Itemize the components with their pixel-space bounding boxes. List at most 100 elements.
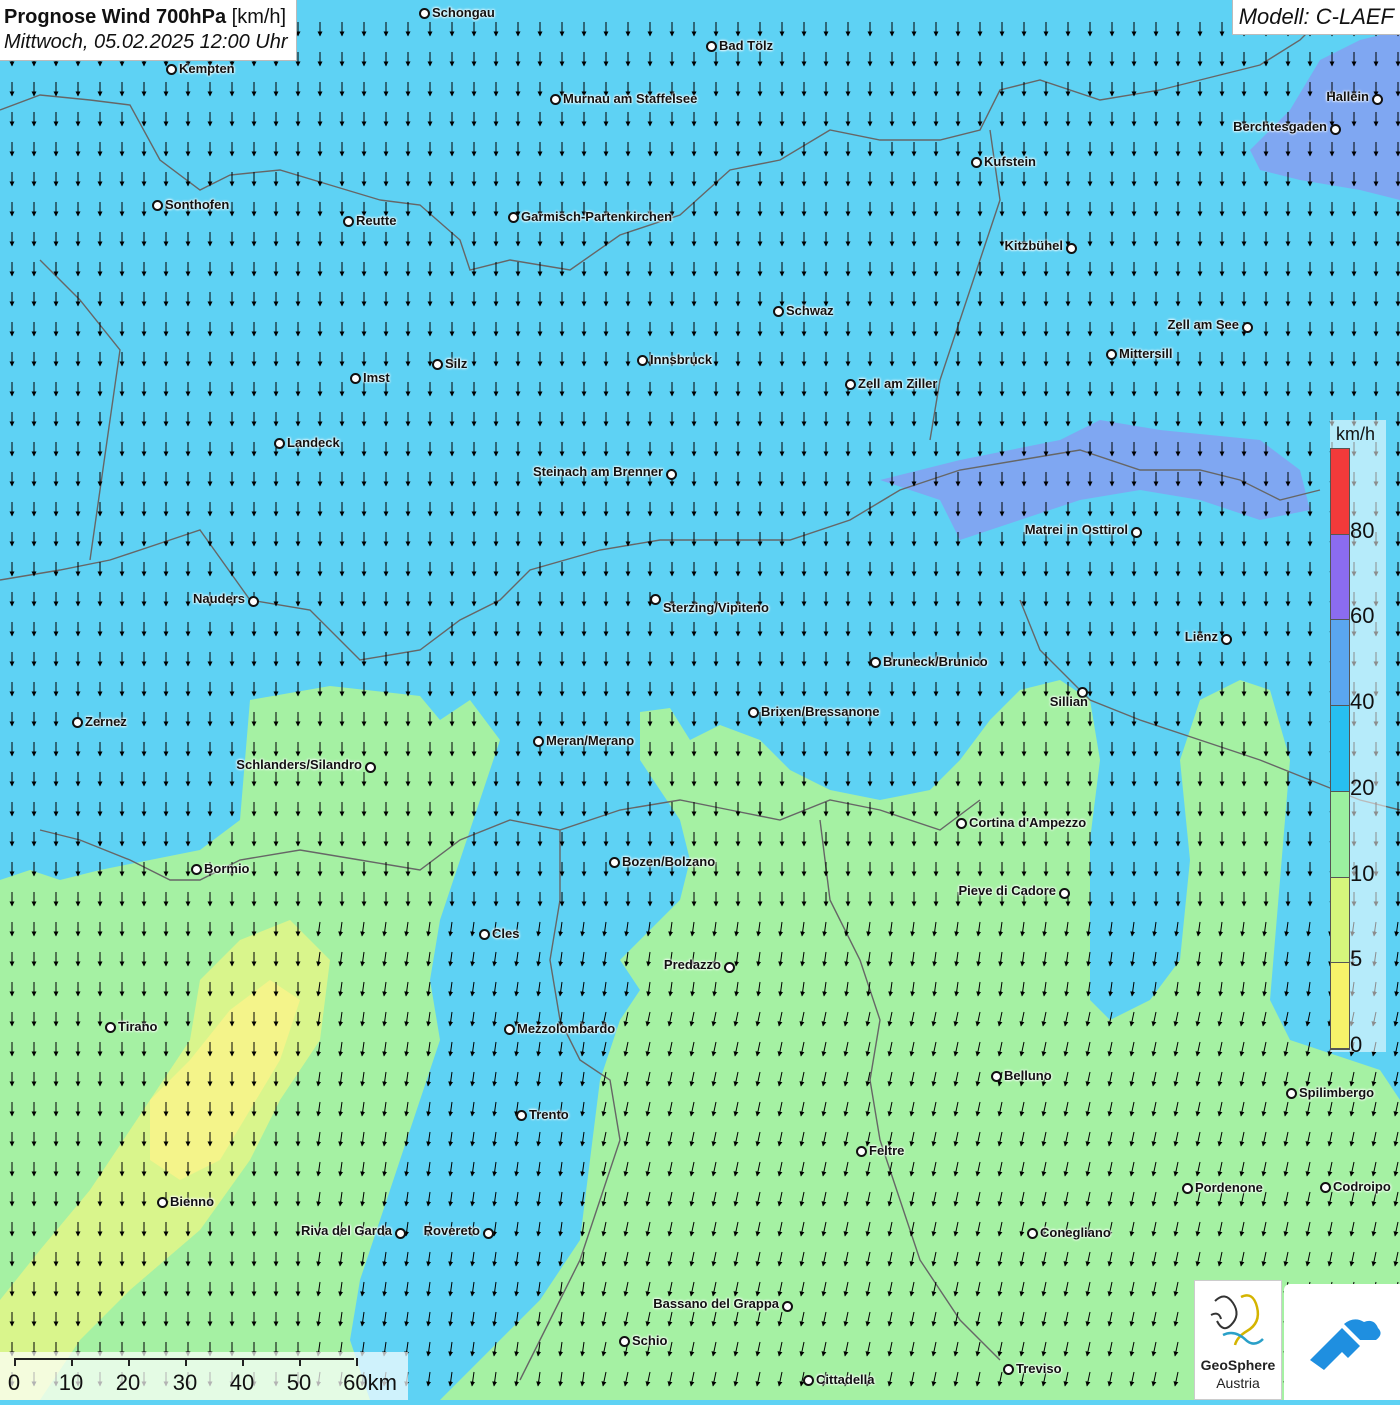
city-label: Silz bbox=[445, 356, 468, 371]
city-marker bbox=[845, 379, 856, 390]
city-label: Treviso bbox=[1016, 1361, 1062, 1376]
city-marker bbox=[152, 200, 163, 211]
city-marker bbox=[550, 94, 561, 105]
color-legend: km/h 0 5 10 20 40 60 80 bbox=[1330, 420, 1386, 1057]
city-marker bbox=[479, 929, 490, 940]
city-label: Bormio bbox=[204, 861, 250, 876]
city-marker bbox=[1106, 349, 1117, 360]
legend-swatch bbox=[1331, 963, 1349, 1049]
city-marker bbox=[248, 596, 259, 607]
city-marker bbox=[419, 8, 430, 19]
city-label: Conegliano bbox=[1040, 1225, 1111, 1240]
city-label: Cortina d'Ampezzo bbox=[969, 815, 1087, 830]
city-label: Bassano del Grappa bbox=[653, 1296, 779, 1311]
city-marker bbox=[971, 157, 982, 168]
city-marker bbox=[533, 736, 544, 747]
legend-label: 5 bbox=[1350, 946, 1363, 972]
city-label: Brixen/Bressanone bbox=[761, 704, 880, 719]
city-marker bbox=[1003, 1364, 1014, 1375]
city-marker bbox=[724, 962, 735, 973]
city-label: Rovereto bbox=[423, 1223, 480, 1238]
legend-swatch bbox=[1331, 620, 1349, 707]
city-marker bbox=[504, 1024, 515, 1035]
city-label: Pordenone bbox=[1195, 1180, 1263, 1195]
city-label: Belluno bbox=[1004, 1068, 1052, 1083]
city-label: Nauders bbox=[192, 591, 245, 606]
city-marker bbox=[350, 373, 361, 384]
city-label: Murnau am Staffelsee bbox=[563, 91, 698, 106]
city-marker bbox=[1286, 1088, 1297, 1099]
city-marker bbox=[483, 1228, 494, 1239]
scale-tick bbox=[242, 1358, 244, 1366]
city-marker bbox=[166, 64, 177, 75]
legend-bar bbox=[1330, 448, 1350, 1050]
scale-tick bbox=[71, 1358, 73, 1366]
city-label: Meran/Merano bbox=[546, 733, 635, 748]
scale-label: 10 bbox=[58, 1370, 84, 1395]
legend-swatch bbox=[1331, 877, 1349, 964]
legend-label: 80 bbox=[1350, 517, 1375, 543]
city-label: Mittersill bbox=[1119, 346, 1173, 361]
city-marker bbox=[395, 1228, 406, 1239]
scale-tick bbox=[356, 1358, 358, 1366]
city-label: Schongau bbox=[432, 5, 495, 20]
city-marker bbox=[105, 1022, 116, 1033]
city-label: Cittadella bbox=[816, 1372, 875, 1387]
city-label: Mezzolombardo bbox=[517, 1021, 616, 1036]
city-label: Tirano bbox=[118, 1019, 158, 1034]
geosphere-logo: GeoSphere Austria bbox=[1194, 1280, 1282, 1400]
geosphere-emblem-icon bbox=[1210, 1294, 1264, 1346]
city-label: Trento bbox=[529, 1107, 569, 1122]
legend-label: 20 bbox=[1350, 774, 1375, 800]
city-label: Garmisch-Partenkirchen bbox=[521, 209, 673, 224]
scale-label: 0 bbox=[7, 1370, 21, 1395]
scale-line bbox=[14, 1358, 354, 1360]
city-label: Matrei in Osttirol bbox=[1024, 522, 1128, 537]
city-marker bbox=[706, 41, 717, 52]
city-marker bbox=[609, 857, 620, 868]
city-marker bbox=[650, 594, 661, 605]
city-label: Reutte bbox=[356, 213, 397, 228]
city-marker bbox=[1221, 634, 1232, 645]
city-label: Bad Tölz bbox=[719, 38, 774, 53]
city-label: Bozen/Bolzano bbox=[622, 854, 716, 869]
city-label: Codroipo bbox=[1333, 1179, 1391, 1194]
city-marker bbox=[782, 1301, 793, 1312]
city-label: Schwaz bbox=[786, 303, 834, 318]
city-marker bbox=[343, 216, 354, 227]
city-label: Sillian bbox=[1049, 694, 1088, 709]
city-label: Sterzing/Vipiteno bbox=[663, 600, 769, 615]
legend-label: 10 bbox=[1350, 860, 1375, 886]
city-label: Riva del Garda bbox=[300, 1223, 392, 1238]
city-marker bbox=[803, 1375, 814, 1386]
city-marker bbox=[637, 355, 648, 366]
city-marker bbox=[856, 1146, 867, 1157]
city-label: Sonthofen bbox=[165, 197, 230, 212]
city-label: Zell am See bbox=[1167, 317, 1239, 332]
city-marker bbox=[1131, 527, 1142, 538]
city-label: Schlanders/Silandro bbox=[236, 757, 362, 772]
city-label: Schio bbox=[632, 1333, 668, 1348]
city-marker bbox=[191, 864, 202, 875]
legend-swatch bbox=[1331, 791, 1349, 878]
city-label: Lienz bbox=[1184, 629, 1218, 644]
title-unit: [km/h] bbox=[231, 6, 287, 28]
map-title-box: Prognose Wind 700hPa [km/h] Mittwoch, 05… bbox=[0, 0, 297, 61]
city-marker bbox=[1330, 124, 1341, 135]
city-label: Kufstein bbox=[984, 154, 1036, 169]
city-marker bbox=[432, 359, 443, 370]
city-marker bbox=[1320, 1182, 1331, 1193]
city-label: Predazzo bbox=[663, 957, 721, 972]
city-marker bbox=[1182, 1183, 1193, 1194]
city-marker bbox=[72, 717, 83, 728]
city-marker bbox=[157, 1197, 168, 1208]
city-marker bbox=[870, 657, 881, 668]
city-label: Feltre bbox=[869, 1143, 905, 1158]
title-main: Prognose Wind 700hPa bbox=[4, 6, 227, 28]
scale-tick bbox=[128, 1358, 130, 1366]
legend-label: 40 bbox=[1350, 689, 1375, 715]
scale-tick bbox=[299, 1358, 301, 1366]
city-label: Spilimbergo bbox=[1299, 1085, 1375, 1100]
model-label: Modell: C-LAEF bbox=[1231, 0, 1400, 35]
city-marker bbox=[1059, 888, 1070, 899]
